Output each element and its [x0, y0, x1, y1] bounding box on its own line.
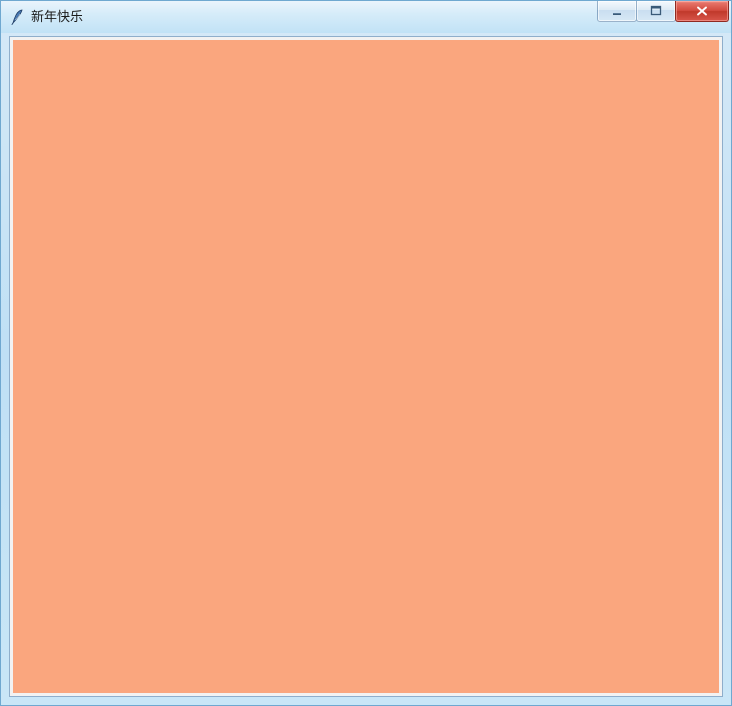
client-area	[9, 36, 723, 697]
close-button[interactable]	[675, 1, 729, 22]
titlebar[interactable]: 新年快乐	[1, 1, 731, 33]
application-window: 新年快乐	[0, 0, 732, 706]
tk-feather-icon	[9, 9, 25, 25]
maximize-button[interactable]	[636, 1, 676, 22]
window-controls	[598, 1, 729, 33]
minimize-button[interactable]	[597, 1, 637, 22]
canvas	[13, 40, 719, 693]
